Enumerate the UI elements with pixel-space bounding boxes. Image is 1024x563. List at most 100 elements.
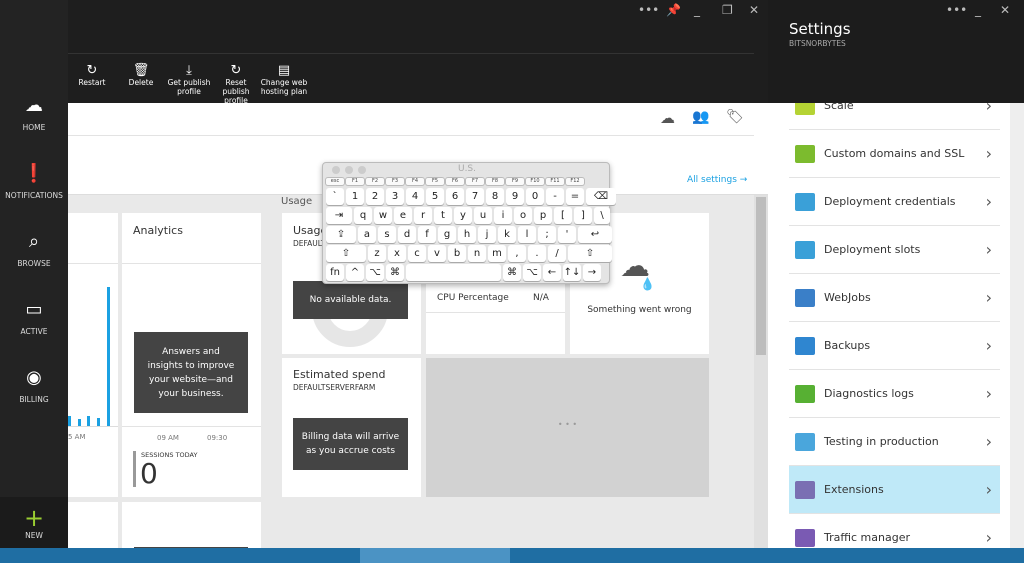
key[interactable]: ` [326,188,344,205]
key[interactable]: F3 [386,178,404,185]
key[interactable]: / [548,245,566,262]
on-screen-keyboard[interactable]: U.S. esc F1 F2 F3 F4 F5 F6 F7 F8 F9 F10 F11 F12 ` 1 2 3… [322,162,616,284]
quickstart-cloud-icon[interactable]: ☁ [660,109,675,127]
key[interactable]: ⌫ [586,188,616,205]
users-icon[interactable]: 👥 [692,109,709,125]
key[interactable]: f [418,226,436,243]
key[interactable]: F4 [406,178,424,185]
key[interactable]: d [398,226,416,243]
key[interactable]: o [514,207,532,224]
key[interactable]: fn [326,264,344,281]
key[interactable]: r [414,207,432,224]
key[interactable]: i [494,207,512,224]
close-icon[interactable]: ✕ [749,3,759,17]
new-button[interactable]: + NEW [0,497,68,548]
key[interactable]: . [528,245,546,262]
analytics-tile[interactable]: Analytics Answers and insights to improv… [122,213,261,497]
all-settings-link[interactable]: All settings → [687,175,747,185]
sidebar-item-active[interactable]: ▭ ACTIVE [0,299,68,336]
key[interactable]: e [394,207,412,224]
more-icon[interactable]: ••• [946,3,967,17]
settings-item-custom-domains-and-ssl[interactable]: Custom domains and SSL › [789,130,1000,178]
key[interactable]: a [358,226,376,243]
key[interactable]: ⇧ [568,245,612,262]
key[interactable]: = [566,188,584,205]
settings-item-diagnostics-logs[interactable]: Diagnostics logs › [789,370,1000,418]
key[interactable]: y [454,207,472,224]
sidebar-item-browse[interactable]: ⌕ BROWSE [0,231,68,268]
settings-item-testing-in-production[interactable]: Testing in production › [789,418,1000,466]
key[interactable]: u [474,207,492,224]
settings-item-deployment-slots[interactable]: Deployment slots › [789,226,1000,274]
key[interactable]: c [408,245,426,262]
key[interactable]: q [354,207,372,224]
get-publish-profile-button[interactable]: ⤓ Get publish profile [166,64,212,97]
key[interactable]: 8 [486,188,504,205]
key[interactable] [406,264,501,281]
key[interactable]: 7 [466,188,484,205]
key[interactable]: F2 [366,178,384,185]
change-hosting-plan-button[interactable]: ▤ Change web hosting plan [260,64,308,97]
settings-item-scale[interactable]: Scale › [789,103,1000,130]
key[interactable]: l [518,226,536,243]
sidebar-item-notifications[interactable]: ❗ NOTIFICATIONS [0,163,68,200]
key[interactable]: ⇪ [326,226,356,243]
minimize-icon[interactable]: _ [694,3,700,17]
key[interactable]: 5 [426,188,444,205]
key[interactable]: F6 [446,178,464,185]
settings-item-backups[interactable]: Backups › [789,322,1000,370]
key[interactable]: F9 [506,178,524,185]
key[interactable]: ⌘ [386,264,404,281]
key[interactable]: m [488,245,506,262]
delete-button[interactable]: 🗑 Delete [122,64,160,88]
key[interactable]: b [448,245,466,262]
key[interactable]: p [534,207,552,224]
settings-item-traffic-manager[interactable]: Traffic manager › [789,514,1000,548]
key[interactable]: F11 [546,178,564,185]
key[interactable]: F8 [486,178,504,185]
key[interactable]: 9 [506,188,524,205]
key[interactable]: x [388,245,406,262]
sidebar-item-billing[interactable]: ◉ BILLING [0,367,68,404]
requests-chart-tile[interactable]: 5 AM [68,213,118,497]
close-icon[interactable]: ✕ [1000,3,1010,17]
key[interactable]: - [546,188,564,205]
key[interactable]: 0 [526,188,544,205]
restore-icon[interactable]: ❐ [722,3,733,17]
key[interactable]: ↑↓ [563,264,581,281]
tile[interactable] [122,502,261,549]
key[interactable]: ⇧ [326,245,366,262]
key[interactable]: v [428,245,446,262]
key[interactable]: ⌘ [503,264,521,281]
key[interactable]: 4 [406,188,424,205]
key[interactable]: 6 [446,188,464,205]
restart-button[interactable]: ↻ Restart [74,64,110,88]
key[interactable]: ; [538,226,556,243]
key[interactable]: , [508,245,526,262]
key[interactable]: ↩ [578,226,612,243]
key[interactable]: F7 [466,178,484,185]
minimize-icon[interactable]: _ [975,3,981,17]
key[interactable]: g [438,226,456,243]
key[interactable]: \ [594,207,610,224]
tag-icon[interactable]: 🏷 [726,109,744,125]
key[interactable]: z [368,245,386,262]
key[interactable]: ⇥ [326,207,352,224]
key[interactable]: n [468,245,486,262]
key[interactable]: w [374,207,392,224]
key[interactable]: → [583,264,601,281]
sidebar-item-home[interactable]: ☁ HOME [0,95,68,132]
key[interactable]: 3 [386,188,404,205]
key[interactable]: 2 [366,188,384,205]
key[interactable]: [ [554,207,572,224]
settings-item-webjobs[interactable]: WebJobs › [789,274,1000,322]
key[interactable]: esc [326,178,344,185]
pin-icon[interactable]: 📌 [666,3,681,17]
key[interactable]: ⌥ [523,264,541,281]
key[interactable]: ← [543,264,561,281]
key[interactable]: F10 [526,178,544,185]
key[interactable]: 1 [346,188,364,205]
key[interactable]: F12 [566,178,584,185]
settings-item-extensions[interactable]: Extensions › [789,466,1000,514]
key[interactable]: t [434,207,452,224]
